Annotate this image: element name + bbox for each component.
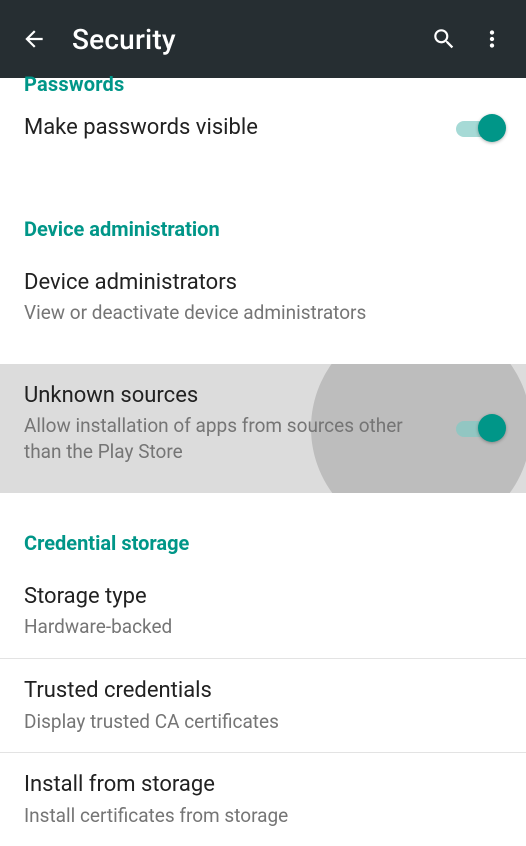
toggle-unknown-sources[interactable] <box>456 414 502 442</box>
section-header-device-administration: Device administration <box>0 199 526 251</box>
setting-text: Unknown sources Allow installation of ap… <box>24 382 502 465</box>
setting-text: Trusted credentials Display trusted CA c… <box>24 677 502 734</box>
setting-title: Device administrators <box>24 269 432 298</box>
setting-title: Install from storage <box>24 771 432 800</box>
setting-make-passwords-visible[interactable]: Make passwords visible <box>0 96 526 161</box>
setting-subtitle: Display trusted CA certificates <box>24 709 432 735</box>
settings-content: Passwords Make passwords visible Device … <box>0 76 526 846</box>
setting-trusted-credentials[interactable]: Trusted credentials Display trusted CA c… <box>0 659 526 752</box>
search-button[interactable] <box>420 15 468 63</box>
setting-title: Storage type <box>24 583 432 612</box>
setting-subtitle: Install certificates from storage <box>24 803 432 829</box>
page-title: Security <box>72 23 420 56</box>
setting-text: Make passwords visible <box>24 114 502 143</box>
setting-title: Trusted credentials <box>24 677 432 706</box>
setting-title: Make passwords visible <box>24 114 432 143</box>
app-bar: Security <box>0 0 526 78</box>
overflow-menu-button[interactable] <box>468 15 516 63</box>
search-icon <box>431 26 457 52</box>
setting-text: Storage type Hardware-backed <box>24 583 502 640</box>
section-header-credential-storage: Credential storage <box>0 513 526 565</box>
back-button[interactable] <box>10 15 58 63</box>
setting-text: Device administrators View or deactivate… <box>24 269 502 326</box>
setting-unknown-sources[interactable]: Unknown sources Allow installation of ap… <box>0 364 526 493</box>
setting-text: Install from storage Install certificate… <box>24 771 502 828</box>
setting-install-from-storage[interactable]: Install from storage Install certificate… <box>0 753 526 846</box>
setting-subtitle: View or deactivate device administrators <box>24 300 432 326</box>
setting-subtitle: Hardware-backed <box>24 614 432 640</box>
switch-thumb <box>478 114 506 142</box>
back-arrow-icon <box>21 26 47 52</box>
setting-device-administrators[interactable]: Device administrators View or deactivate… <box>0 251 526 344</box>
switch-thumb <box>478 414 506 442</box>
more-vert-icon <box>479 26 505 52</box>
setting-title: Unknown sources <box>24 382 432 411</box>
setting-storage-type[interactable]: Storage type Hardware-backed <box>0 565 526 658</box>
setting-subtitle: Allow installation of apps from sources … <box>24 413 432 464</box>
section-header-passwords: Passwords <box>0 76 526 96</box>
toggle-make-passwords-visible[interactable] <box>456 114 502 142</box>
